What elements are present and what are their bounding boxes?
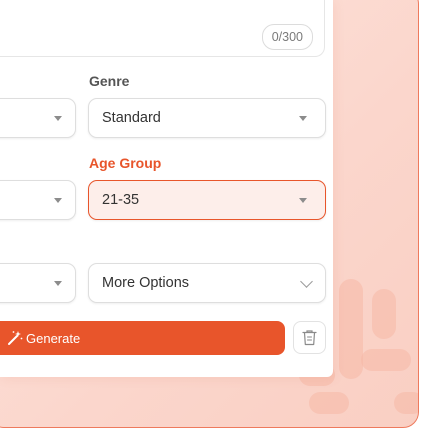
age-group-select-value: 21-35 (102, 192, 140, 208)
genre-select-value: Standard (102, 110, 161, 126)
more-options-select[interactable]: More Options (88, 263, 326, 303)
dropdown-arrow-icon (54, 281, 62, 286)
dropdown-arrow-icon (299, 116, 307, 121)
dropdown-arrow-icon (54, 198, 62, 203)
decorative-shape (339, 279, 363, 379)
magic-wand-icon (8, 331, 23, 345)
genre-label: Genre (89, 73, 130, 89)
age-group-label: Age Group (89, 155, 162, 171)
decorative-shape (394, 392, 418, 414)
decorative-shape (309, 392, 349, 414)
delete-button[interactable] (293, 321, 326, 354)
prompt-textarea[interactable]: 0/300 (0, 0, 325, 57)
more-options-value: More Options (102, 275, 190, 291)
age-group-select[interactable]: 21-35 (88, 180, 326, 220)
decorative-shape (361, 349, 411, 371)
form-panel: 0/300 Genre Standard Age Group 21-35 Mor… (0, 0, 333, 377)
left-select-3[interactable] (0, 263, 76, 303)
trash-icon (302, 330, 317, 346)
decorative-shape (372, 289, 396, 339)
generate-label: Generate (26, 330, 81, 346)
generate-button[interactable]: Generate (0, 321, 285, 355)
character-counter: 0/300 (261, 24, 313, 50)
chevron-down-icon (300, 275, 313, 288)
dropdown-arrow-icon (299, 198, 307, 203)
left-select-1[interactable] (0, 98, 76, 138)
genre-select[interactable]: Standard (88, 98, 326, 138)
dropdown-arrow-icon (54, 116, 62, 121)
left-select-2[interactable] (0, 180, 76, 220)
